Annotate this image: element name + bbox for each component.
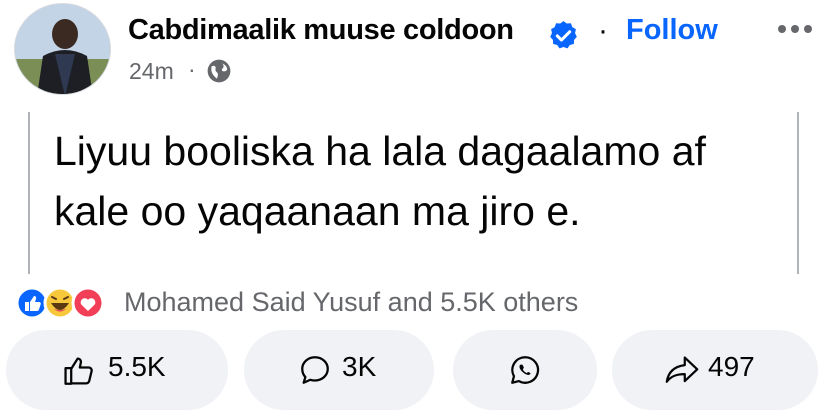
- reaction-icons[interactable]: [14, 285, 124, 321]
- share-count: 497: [708, 351, 755, 382]
- reactions-summary[interactable]: Mohamed Said Yusuf and 5.5K others: [124, 287, 578, 318]
- post-text: Liyuu booliska ha lala dagaalamo af kale…: [54, 128, 706, 234]
- quote-border-left: [28, 112, 30, 274]
- timestamp-separator: ·: [188, 56, 196, 82]
- love-reaction-icon: [71, 286, 105, 320]
- post-timestamp[interactable]: 24m: [129, 58, 174, 85]
- header-separator: ·: [598, 14, 608, 47]
- more-options-icon[interactable]: [776, 22, 814, 36]
- share-arrow-icon: [665, 356, 699, 383]
- like-button[interactable]: 5.5K: [6, 330, 228, 410]
- like-reaction-icon: [15, 286, 49, 320]
- whatsapp-icon: [511, 356, 540, 384]
- comment-button[interactable]: 3K: [244, 330, 434, 410]
- author-name[interactable]: Cabdimaalik muuse coldoon: [128, 14, 514, 47]
- quote-border-right: [797, 112, 799, 274]
- whatsapp-share-button[interactable]: [453, 330, 597, 410]
- share-button[interactable]: 497: [612, 330, 818, 410]
- haha-reaction-icon: [43, 286, 77, 320]
- comment-icon: [301, 356, 329, 384]
- globe-icon: [207, 59, 231, 83]
- author-avatar[interactable]: [14, 3, 111, 95]
- verified-badge-icon: [550, 21, 577, 49]
- comment-count: 3K: [342, 351, 377, 382]
- like-count: 5.5K: [108, 351, 166, 382]
- follow-button[interactable]: Follow: [626, 14, 718, 47]
- thumbs-up-icon: [64, 357, 93, 385]
